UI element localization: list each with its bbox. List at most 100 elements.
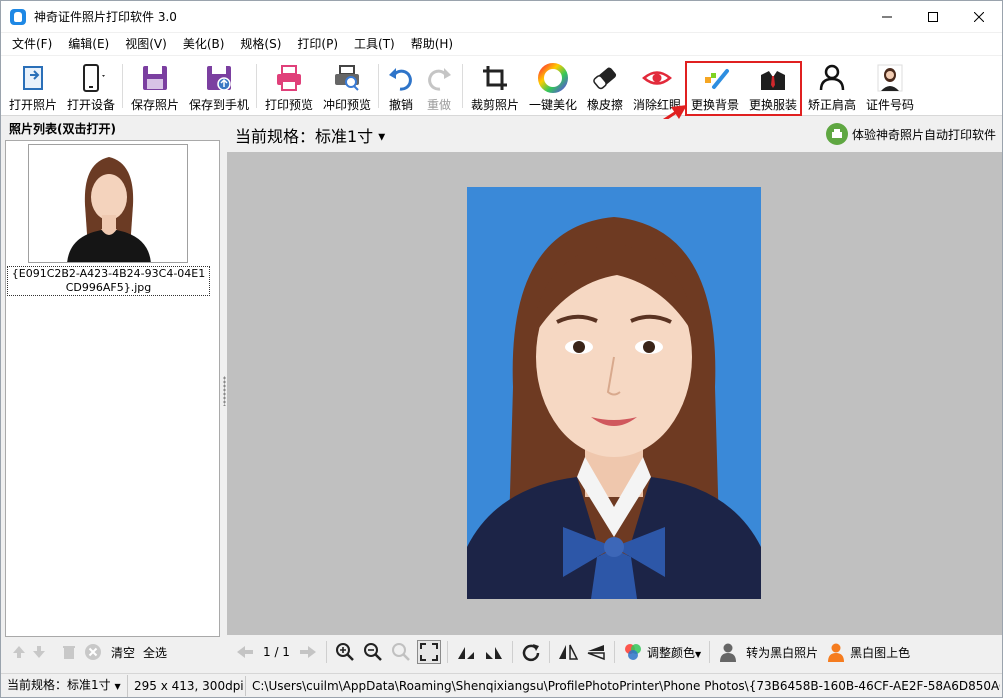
maximize-button[interactable] [910, 1, 956, 32]
page-indicator: 1 / 1 [263, 645, 290, 659]
person-orange-icon [824, 640, 848, 664]
print-preview-button[interactable]: 打印预览 [263, 58, 315, 114]
to-black-white-button[interactable]: 转为黑白照片 [746, 644, 818, 661]
prev-page-icon[interactable] [233, 640, 257, 664]
status-size: 295 x 413, 300dpi [128, 675, 246, 696]
status-spec[interactable]: 当前规格：标准1寸 ▼ [1, 674, 128, 697]
eraser-button[interactable]: 橡皮擦 [585, 58, 625, 114]
menu-view[interactable]: 视图(V) [117, 33, 175, 55]
save-to-phone-label: 保存到手机 [188, 98, 249, 112]
id-number-label: 证件号码 [865, 98, 914, 112]
spec-bar: 当前规格：标准1寸 ▼ 体验神奇照片自动打印软件 [227, 119, 1002, 151]
minimize-button[interactable] [864, 1, 910, 32]
color-wheel-icon [535, 60, 571, 96]
save-to-phone-icon [201, 60, 237, 96]
title-bar: 神奇证件照片打印软件 3.0 [1, 1, 1002, 32]
app-window: 神奇证件照片打印软件 3.0 文件(F) 编辑(E) 视图(V) 美化(B) 规… [0, 0, 1003, 698]
crop-icon [477, 60, 513, 96]
promo-text: 体验神奇照片自动打印软件 [851, 127, 996, 142]
remove-icon[interactable] [83, 642, 103, 662]
fit-window-icon[interactable] [416, 640, 441, 664]
rotate-right-icon[interactable] [482, 640, 506, 664]
photo-list-header: 照片列表(双击打开) [1, 119, 222, 139]
open-photo-label: 打开照片 [8, 98, 57, 112]
photo-thumbnail[interactable] [28, 144, 188, 263]
toolbar-divider [378, 64, 379, 108]
save-icon [137, 60, 173, 96]
open-photo-button[interactable]: 打开照片 [7, 58, 59, 114]
photo-list-actions: 清空 全选 [5, 638, 220, 666]
view-toolbar: 1 / 1 调整颜色▼ 转为黑白照片 黑白图上色 [227, 636, 1002, 668]
bar-divider [548, 641, 550, 663]
menu-beautify[interactable]: 美化(B) [175, 33, 233, 55]
menu-print[interactable]: 打印(P) [289, 33, 346, 55]
photo-canvas[interactable] [227, 152, 1002, 635]
splitter-grip [223, 376, 226, 406]
status-spec-label: 当前规格：标准1寸 [7, 677, 111, 692]
crop-label: 裁剪照片 [470, 98, 519, 112]
highlight-annotation-box [685, 61, 802, 116]
printer-promo-icon [825, 123, 848, 145]
delete-photo-icon[interactable] [59, 642, 79, 662]
app-logo-icon [10, 8, 26, 25]
save-to-phone-button[interactable]: 保存到手机 [187, 58, 251, 114]
close-button[interactable] [956, 1, 1002, 32]
zoom-out-icon[interactable] [361, 640, 385, 664]
toolbar: 打开照片 打开设备 保存照片 保存到手机 打印预览 冲印预览 撤销 重做 裁剪照… [1, 56, 1002, 116]
id-photo[interactable] [467, 187, 761, 599]
move-down-icon[interactable] [29, 642, 49, 662]
menu-file[interactable]: 文件(F) [1, 33, 60, 55]
select-all-button[interactable]: 全选 [143, 644, 167, 661]
colorize-button[interactable]: 黑白图上色 [850, 644, 910, 661]
clear-list-button[interactable]: 清空 [111, 644, 135, 661]
undo-button[interactable]: 撤销 [384, 58, 418, 114]
toolbar-divider [462, 64, 463, 108]
adjust-color-label: 调整颜色 [646, 645, 695, 660]
beautify-label: 一键美化 [528, 98, 577, 112]
adjust-color-button[interactable]: 调整颜色▼ [647, 644, 701, 661]
id-number-button[interactable]: 证件号码 [864, 58, 916, 114]
crop-button[interactable]: 裁剪照片 [469, 58, 521, 114]
promo-link[interactable]: 体验神奇照片自动打印软件 [825, 123, 996, 145]
shoulder-adjust-button[interactable]: 矫正肩高 [806, 58, 858, 114]
menu-tools[interactable]: 工具(T) [346, 33, 403, 55]
id-person-icon [872, 60, 908, 96]
develop-preview-label: 冲印预览 [322, 98, 371, 112]
color-adjust-icon [621, 640, 645, 664]
zoom-in-icon[interactable] [333, 640, 357, 664]
menu-edit[interactable]: 编辑(E) [60, 33, 117, 55]
chevron-down-icon: ▼ [694, 649, 702, 659]
phone-icon [73, 60, 109, 96]
redo-button[interactable]: 重做 [422, 58, 456, 114]
open-photo-icon [15, 60, 51, 96]
bar-divider [613, 641, 615, 663]
save-photo-button[interactable]: 保存照片 [129, 58, 181, 114]
flip-horizontal-icon[interactable] [556, 640, 580, 664]
move-up-icon[interactable] [9, 642, 29, 662]
status-bar: 当前规格：标准1寸 ▼ 295 x 413, 300dpi C:\Users\c… [1, 673, 1002, 697]
current-spec-dropdown[interactable]: 当前规格：标准1寸 ▼ [235, 123, 385, 147]
develop-preview-button[interactable]: 冲印预览 [321, 58, 373, 114]
person-gray-icon [716, 640, 740, 664]
rotate-left-icon[interactable] [454, 640, 478, 664]
menu-spec[interactable]: 规格(S) [232, 33, 289, 55]
undo-label: 撤销 [388, 98, 413, 112]
current-spec-label: 当前规格：标准1寸 [235, 127, 374, 146]
photo-list[interactable]: {E091C2B2-A423-4B24-93C4-04E1CD996AF5}.j… [5, 140, 220, 637]
eraser-label: 橡皮擦 [586, 98, 623, 112]
next-page-icon[interactable] [296, 640, 320, 664]
chevron-down-icon: ▼ [378, 132, 386, 143]
beautify-button[interactable]: 一键美化 [527, 58, 579, 114]
open-device-label: 打开设备 [66, 98, 115, 112]
eraser-icon [587, 60, 623, 96]
zoom-reset-icon[interactable] [389, 640, 413, 664]
toolbar-divider [256, 64, 257, 108]
refresh-icon[interactable] [519, 640, 543, 664]
shoulder-adjust-label: 矫正肩高 [807, 98, 856, 112]
thumbnail-caption[interactable]: {E091C2B2-A423-4B24-93C4-04E1CD996AF5}.j… [7, 266, 210, 296]
flip-vertical-icon[interactable] [584, 640, 608, 664]
bar-divider [709, 641, 711, 663]
open-device-button[interactable]: 打开设备 [65, 58, 117, 114]
redo-icon [421, 60, 457, 96]
menu-help[interactable]: 帮助(H) [403, 33, 461, 55]
